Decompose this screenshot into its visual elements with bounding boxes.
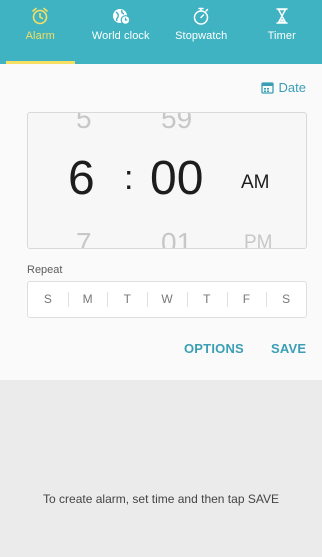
minute-next[interactable]: 01 (161, 229, 192, 249)
repeat-label: Repeat (27, 264, 63, 276)
hour-next[interactable]: 7 (76, 229, 92, 249)
tab-world-clock[interactable]: World clock (81, 0, 162, 64)
tab-stopwatch[interactable]: Stopwatch (161, 0, 242, 64)
tab-bar: Alarm World clock Stopwatch Timer (0, 0, 322, 64)
globe-clock-icon (111, 5, 131, 27)
date-button[interactable]: Date (260, 80, 306, 95)
minute-value[interactable]: 00 (150, 155, 203, 203)
repeat-day-selector: S M T W T F S (27, 281, 307, 318)
tab-alarm[interactable]: Alarm (0, 0, 81, 64)
hour-value[interactable]: 6 (68, 155, 95, 203)
empty-state-hint: To create alarm, set time and then tap S… (43, 492, 279, 506)
hourglass-icon (272, 5, 292, 27)
ampm-next[interactable]: PM (244, 233, 273, 248)
tab-timer-label: Timer (267, 30, 296, 42)
day-monday[interactable]: M (67, 282, 108, 317)
alarm-editor: Date 5 6 7 : 59 00 01 AM PM Repeat S M T… (0, 64, 322, 380)
tab-world-clock-label: World clock (91, 30, 150, 42)
options-button[interactable]: OPTIONS (184, 341, 244, 356)
alarm-clock-icon (30, 5, 50, 27)
time-picker[interactable]: 5 6 7 : 59 00 01 AM PM (27, 112, 307, 249)
day-tuesday[interactable]: T (107, 282, 147, 317)
date-button-label: Date (278, 80, 306, 95)
day-sunday[interactable]: S (28, 282, 68, 317)
calendar-icon (260, 82, 274, 94)
tab-timer[interactable]: Timer (242, 0, 322, 64)
day-thursday[interactable]: T (186, 282, 227, 317)
day-wednesday[interactable]: W (147, 282, 187, 317)
ampm-value[interactable]: AM (241, 173, 270, 192)
save-button[interactable]: SAVE (271, 341, 306, 356)
day-friday[interactable]: F (226, 282, 267, 317)
hour-prev[interactable]: 5 (76, 113, 92, 133)
tab-stopwatch-label: Stopwatch (175, 30, 228, 42)
time-separator: : (124, 159, 134, 197)
tab-alarm-label: Alarm (25, 30, 55, 42)
day-saturday[interactable]: S (266, 282, 306, 317)
minute-prev[interactable]: 59 (161, 113, 192, 133)
stopwatch-icon (191, 5, 211, 27)
